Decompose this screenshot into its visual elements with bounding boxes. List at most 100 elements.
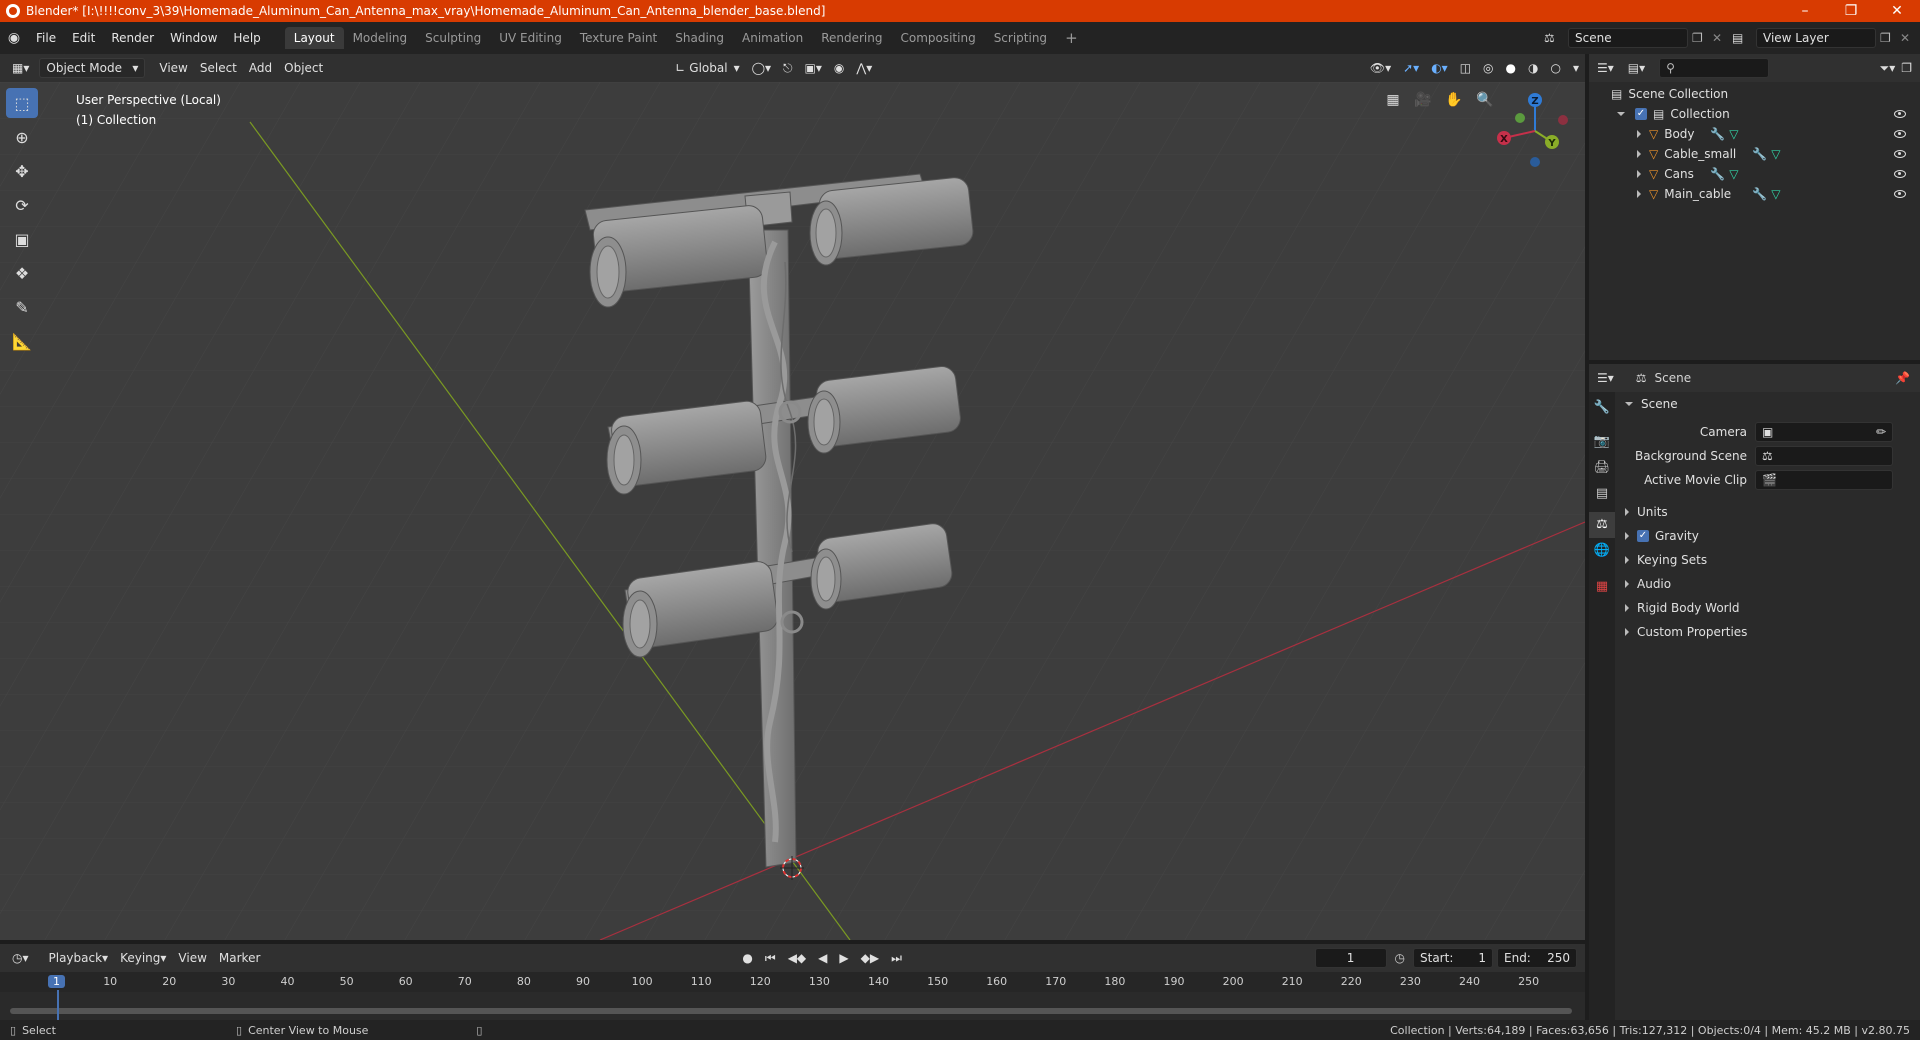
jump-start-icon[interactable]: ⏮ (759, 948, 782, 968)
tab-animation[interactable]: Animation (733, 27, 812, 49)
menu-file[interactable]: File (28, 27, 64, 49)
falloff-icon[interactable]: ⋀▾ (850, 58, 878, 78)
scene-icon[interactable]: ⚖ (1544, 31, 1568, 45)
rendered-shading-icon[interactable]: ○ (1544, 58, 1566, 78)
tab-texture-paint[interactable]: Texture Paint (571, 27, 666, 49)
toggle-camera-grid-icon[interactable]: ▦ (1380, 87, 1406, 113)
view-layer-selector[interactable]: View Layer (1756, 28, 1876, 48)
menu-help[interactable]: Help (225, 27, 268, 49)
start-frame-field[interactable]: Start: 1 (1413, 948, 1493, 968)
modifier-wrench-icon[interactable]: 🔧 (1710, 127, 1725, 141)
gizmo-toggle-icon[interactable]: ➚▾ (1397, 58, 1425, 78)
modifier-wrench-icon[interactable]: 🔧 (1752, 187, 1767, 201)
select-box-tool-icon[interactable]: ⬚ (6, 88, 38, 118)
filter-icon[interactable]: ⏷▾ (1880, 61, 1896, 76)
pin-icon[interactable]: 📌 (1895, 371, 1910, 385)
tab-sculpting[interactable]: Sculpting (416, 27, 490, 49)
panel-keying-sets[interactable]: Keying Sets (1619, 548, 1916, 572)
delete-scene-icon[interactable]: ✕ (1712, 31, 1732, 45)
transform-tool-icon[interactable]: ❖ (6, 258, 38, 288)
play-icon[interactable]: ▶ (833, 948, 854, 968)
snap-icon[interactable]: ⎋ (777, 58, 799, 78)
mesh-data-icon[interactable]: ▽ (1771, 147, 1780, 161)
tab-rendering[interactable]: Rendering (812, 27, 891, 49)
eye-icon[interactable] (1894, 110, 1906, 118)
expand-arrow-icon[interactable] (1637, 150, 1641, 158)
menu-edit[interactable]: Edit (64, 27, 103, 49)
menu-render[interactable]: Render (103, 27, 162, 49)
cursor-tool-icon[interactable]: ⊕ (6, 122, 38, 152)
clock-icon[interactable]: ◷ (1395, 951, 1405, 965)
move-tool-icon[interactable]: ✥ (6, 156, 38, 186)
playhead-line[interactable] (57, 990, 59, 1020)
expand-arrow-icon[interactable] (1637, 130, 1641, 138)
tool-settings-tab-icon[interactable]: 🔧 (1589, 400, 1615, 426)
solid-shading-icon[interactable]: ● (1500, 58, 1522, 78)
menu-select[interactable]: Select (194, 58, 243, 78)
mesh-data-icon[interactable]: ▽ (1771, 187, 1780, 201)
eye-icon[interactable] (1894, 130, 1906, 138)
outliner-row-main-cable[interactable]: ▽ Main_cable 🔧 ▽ (1589, 184, 1920, 204)
outliner-row-cable-small[interactable]: ▽ Cable_small 🔧 ▽ (1589, 144, 1920, 164)
annotate-tool-icon[interactable]: ✎ (6, 292, 38, 322)
eye-icon[interactable] (1894, 170, 1906, 178)
panel-audio[interactable]: Audio (1619, 572, 1916, 596)
outliner-row-collection[interactable]: ✓ ▤ Collection (1589, 104, 1920, 124)
pan-hand-icon[interactable]: ✋ (1441, 87, 1467, 113)
transform-orientation[interactable]: ∟ Global ▾ (669, 58, 745, 78)
menu-object[interactable]: Object (278, 58, 329, 78)
view-layer-icon[interactable]: ▤ (1732, 31, 1756, 45)
material-shading-icon[interactable]: ◑ (1522, 58, 1544, 78)
snap-target-icon[interactable]: ▣▾ (799, 58, 828, 78)
visibility-icon[interactable]: 👁▾ (1364, 58, 1397, 78)
menu-view[interactable]: View (153, 58, 193, 78)
wireframe-shading-icon[interactable]: ◎ (1477, 58, 1499, 78)
outliner-row-cans[interactable]: ▽ Cans 🔧 ▽ (1589, 164, 1920, 184)
mesh-data-icon[interactable]: ▽ (1729, 167, 1738, 181)
delete-view-layer-icon[interactable]: ✕ (1900, 31, 1920, 45)
outliner-row-scene-collection[interactable]: ▤ Scene Collection (1589, 84, 1920, 104)
display-mode-icon[interactable]: ▤▾ (1628, 61, 1645, 75)
menu-window[interactable]: Window (162, 27, 225, 49)
prev-keyframe-icon[interactable]: ◀◆ (782, 948, 812, 968)
tab-uv-editing[interactable]: UV Editing (490, 27, 571, 49)
rotate-tool-icon[interactable]: ⟳ (6, 190, 38, 220)
timeline-scrollbar[interactable] (10, 1008, 1572, 1014)
modifier-wrench-icon[interactable]: 🔧 (1752, 147, 1767, 161)
outliner-editor-icon[interactable]: ☰▾ (1597, 61, 1614, 75)
tab-modeling[interactable]: Modeling (344, 27, 417, 49)
mesh-data-icon[interactable]: ▽ (1729, 127, 1738, 141)
camera-field[interactable]: ▣ ✏ (1755, 422, 1893, 442)
menu-timeline-view[interactable]: View (172, 948, 212, 968)
tab-shading[interactable]: Shading (666, 27, 733, 49)
mode-selector[interactable]: Object Mode ▾ (39, 58, 146, 78)
panel-custom-properties[interactable]: Custom Properties (1619, 620, 1916, 644)
eyedropper-icon[interactable]: ✏ (1876, 425, 1886, 439)
pivot-icon[interactable]: ◯▾ (746, 58, 777, 78)
new-scene-icon[interactable]: ❐ (1692, 31, 1712, 45)
gravity-checkbox[interactable]: ✓ (1637, 530, 1649, 542)
expand-arrow-icon[interactable] (1637, 170, 1641, 178)
tab-layout[interactable]: Layout (284, 27, 344, 49)
record-icon[interactable]: ● (736, 948, 758, 968)
menu-playback[interactable]: Playback ▾ (43, 948, 115, 968)
current-frame-indicator[interactable]: 1 (48, 975, 65, 988)
menu-marker[interactable]: Marker (213, 948, 266, 968)
overlay-toggle-icon[interactable]: ◐▾ (1425, 58, 1454, 78)
frame-ruler[interactable]: 1 10 20 30 40 50 60 70 80 90 100 110 120 130 140 150 160… (0, 972, 1585, 992)
texture-tab-icon[interactable]: ▦ (1589, 574, 1615, 600)
render-tab-icon[interactable]: 📷 (1589, 434, 1615, 460)
new-view-layer-icon[interactable]: ❐ (1880, 31, 1900, 45)
measure-tool-icon[interactable]: 📐 (6, 326, 38, 356)
3d-viewport[interactable]: ⬚ ⊕ ✥ ⟳ ▣ ❖ ✎ 📐 User Perspective (Local)… (0, 82, 1585, 940)
tab-compositing[interactable]: Compositing (891, 27, 984, 49)
panel-units[interactable]: Units (1619, 500, 1916, 524)
expand-arrow-icon[interactable] (1617, 112, 1625, 116)
scene-tab-icon[interactable]: ⚖ (1589, 512, 1615, 538)
timeline-editor-icon[interactable]: ◷▾ (6, 948, 35, 968)
camera-view-icon[interactable]: 🎥 (1410, 87, 1436, 113)
tab-scripting[interactable]: Scripting (985, 27, 1056, 49)
eye-icon[interactable] (1894, 190, 1906, 198)
collection-checkbox[interactable]: ✓ (1635, 108, 1647, 120)
proportional-edit-icon[interactable]: ◉ (828, 58, 850, 78)
